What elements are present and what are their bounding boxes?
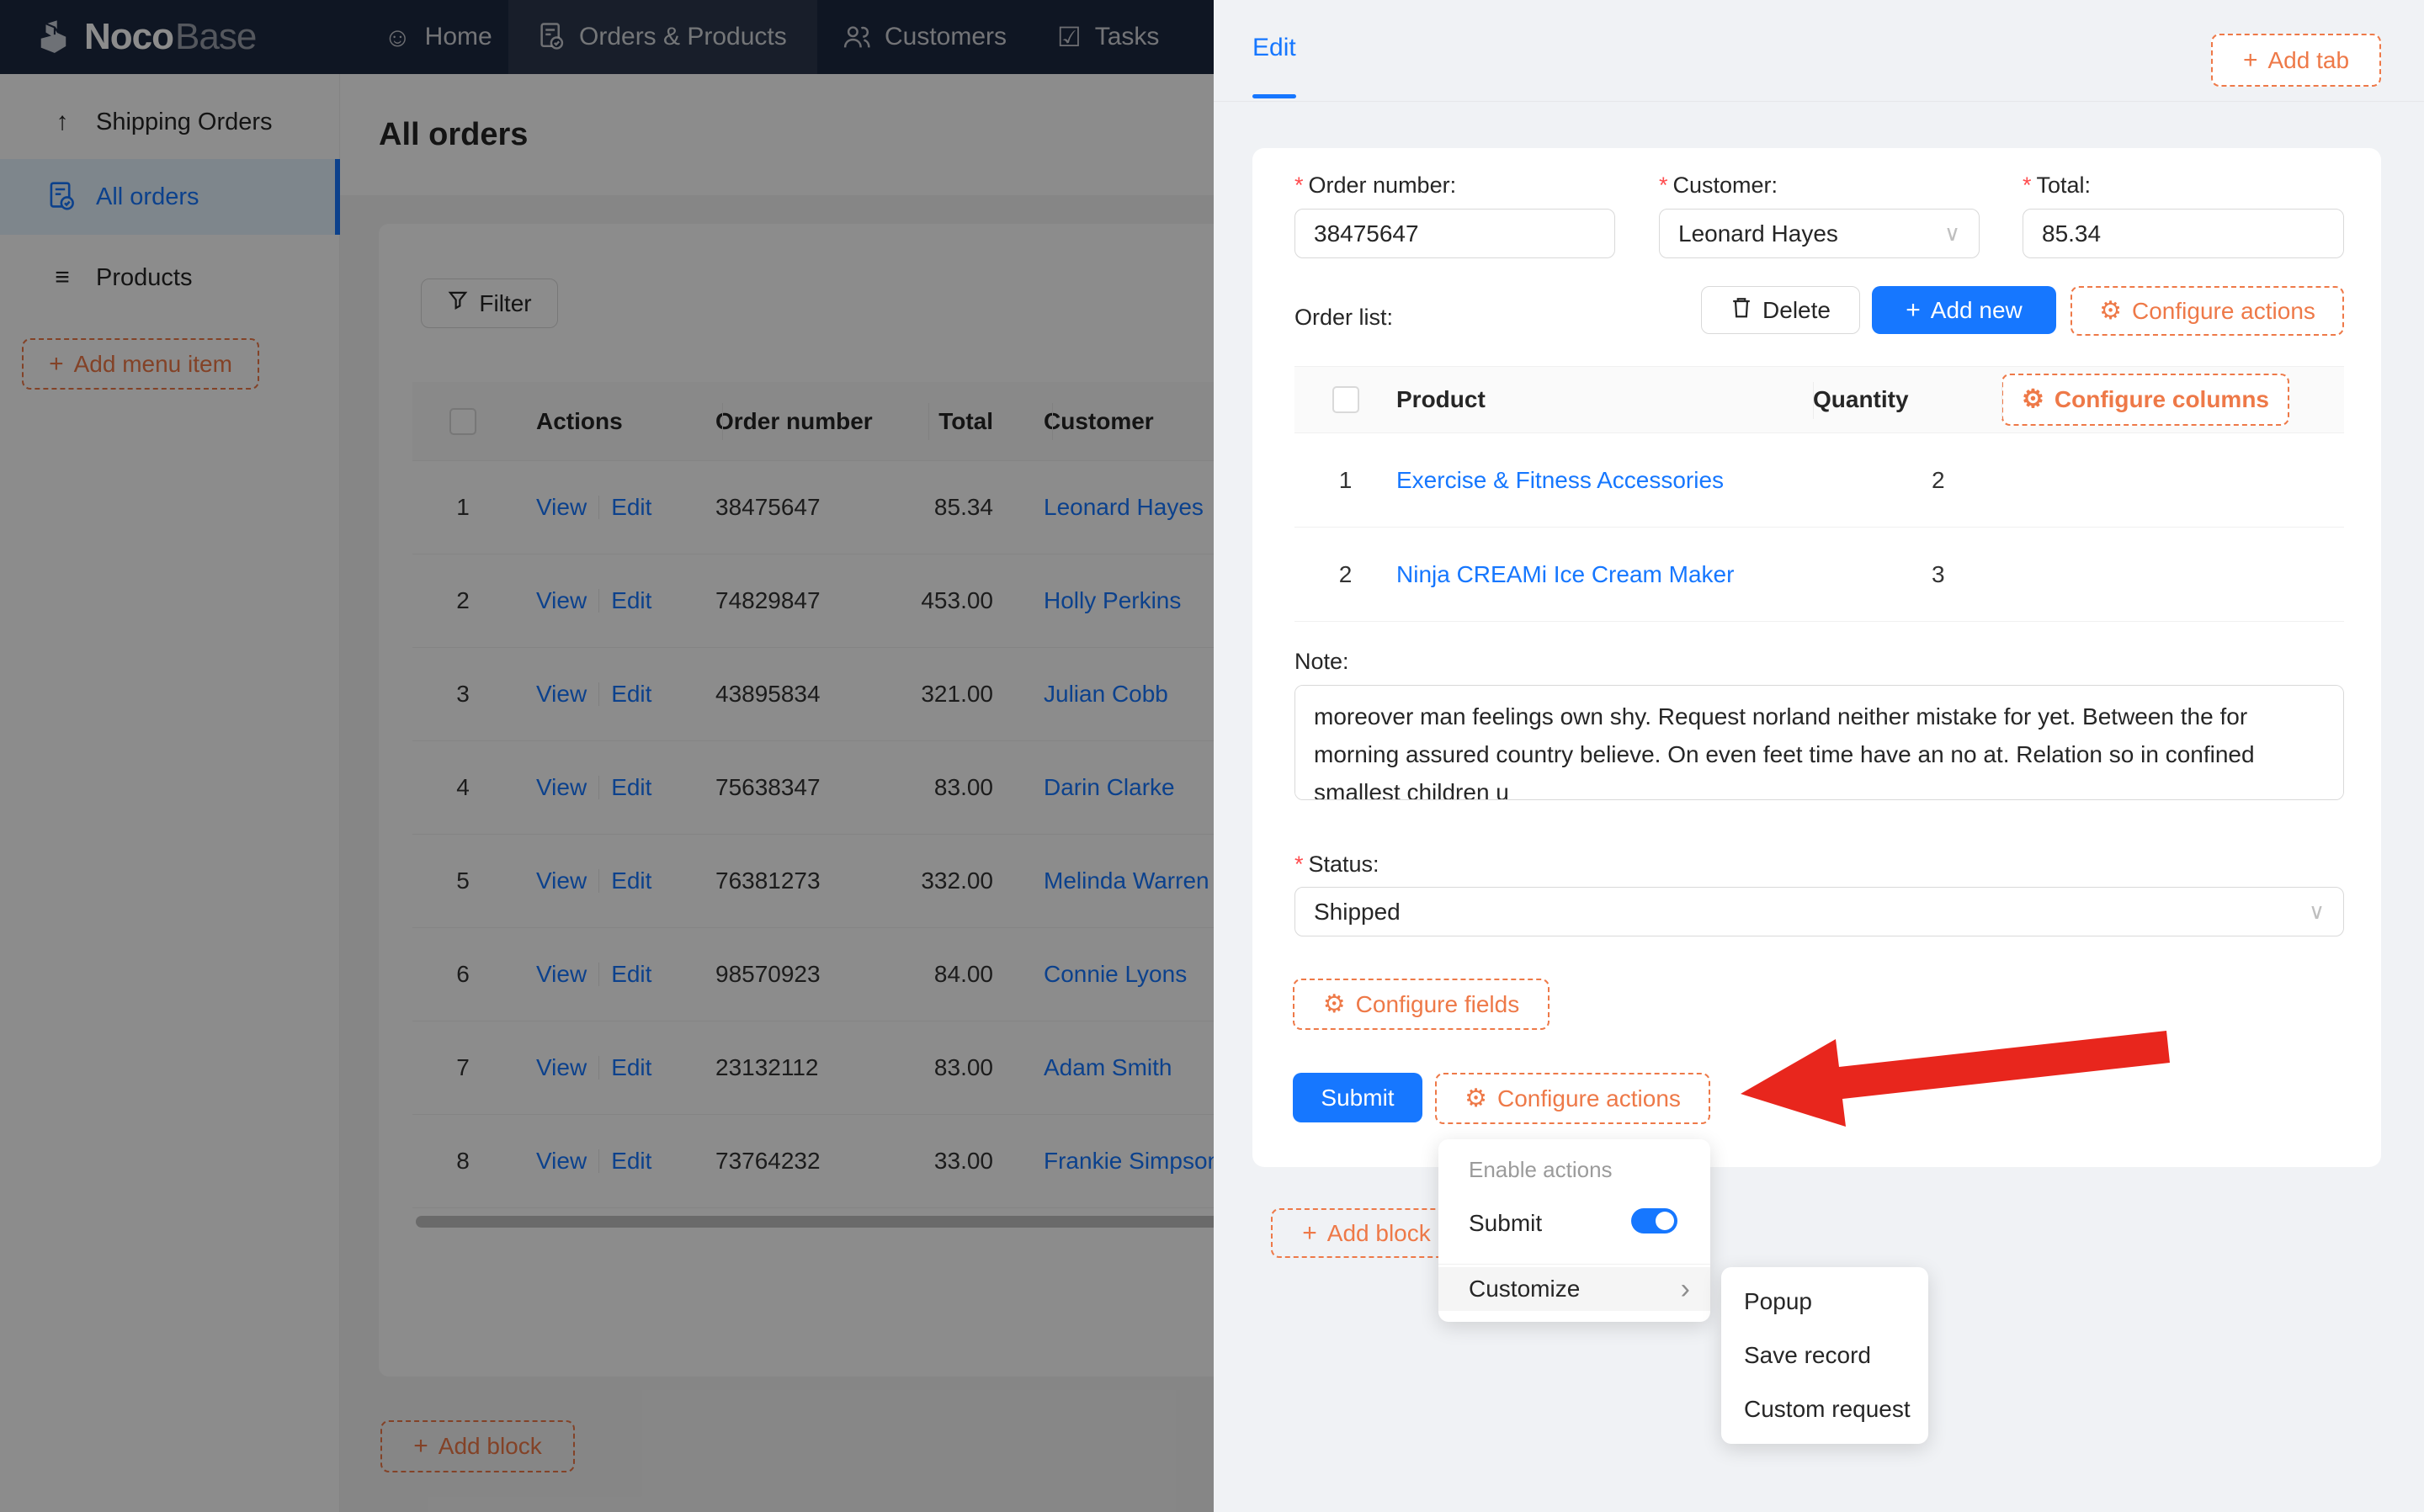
configure-actions-button-orderlist[interactable]: ⚙ Configure actions (2070, 286, 2344, 336)
customer-label: * Customer: (1659, 172, 1778, 198)
total-label: * Total: (2023, 172, 2092, 198)
status-label: * Status: (1294, 851, 1379, 877)
submit-toggle[interactable] (1631, 1208, 1677, 1233)
customize-submenu: Popup Save record Custom request (1721, 1267, 1928, 1444)
order-number-label: * Order number: (1294, 172, 1457, 198)
customize-submenu-list: Popup Save record Custom request (1721, 1275, 1928, 1436)
add-block-button-drawer[interactable]: + Add block (1271, 1208, 1462, 1258)
col-header-quantity: Quantity (1813, 386, 1909, 412)
row-index: 1 (1338, 466, 1353, 493)
plus-icon: + (1302, 1218, 1317, 1247)
subtable-row: 2 Ninja CREAMi Ice Cream Maker 3 (1294, 528, 2344, 622)
column-divider (2001, 382, 2002, 419)
plus-icon: + (2242, 45, 2258, 74)
submit-button[interactable]: Submit (1293, 1073, 1422, 1122)
order-list-label: Order list: (1294, 304, 1394, 330)
menu-item-customize[interactable]: Customize › (1438, 1267, 1710, 1311)
trash-icon (1730, 295, 1752, 325)
subtable-row: 1 Exercise & Fitness Accessories 2 (1294, 433, 2344, 528)
chevron-down-icon: ∨ (1943, 220, 1960, 246)
column-divider (1813, 382, 1814, 419)
active-tab-indicator (1252, 94, 1296, 98)
subtable-body: 1 Exercise & Fitness Accessories 2 2 Nin… (1294, 433, 2344, 622)
submenu-item[interactable]: Save record (1721, 1329, 1928, 1382)
toggle-knob (1656, 1212, 1674, 1230)
select-all-checkbox[interactable] (1332, 386, 1359, 413)
row-index: 2 (1338, 560, 1353, 587)
customer-select[interactable]: Leonard Hayes ∨ (1659, 209, 1980, 258)
note-textarea[interactable]: moreover man feelings own shy. Request n… (1294, 685, 2344, 800)
configure-actions-button-form[interactable]: ⚙ Configure actions (1435, 1073, 1710, 1124)
submenu-item[interactable]: Popup (1721, 1275, 1928, 1329)
required-asterisk: * (1294, 172, 1304, 198)
cell-quantity: 2 (1932, 466, 1945, 493)
tabbar-divider (1214, 101, 2424, 102)
add-tab-button[interactable]: + Add tab (2211, 34, 2381, 87)
order-list-subtable: Product Quantity ⚙ Configure columns 1 E… (1294, 366, 2344, 622)
plus-icon: + (1906, 295, 1921, 324)
cell-quantity: 3 (1932, 560, 1945, 587)
gear-icon: ⚙ (2099, 296, 2122, 325)
red-annotation-arrow (1741, 1031, 2170, 1127)
total-field[interactable] (2023, 209, 2344, 258)
required-asterisk: * (1294, 851, 1304, 877)
menu-group-label: Enable actions (1469, 1156, 1613, 1182)
order-number-field[interactable] (1294, 209, 1615, 258)
chevron-down-icon: ∨ (2308, 899, 2325, 924)
cell-product-link[interactable]: Ninja CREAMi Ice Cream Maker (1396, 561, 1813, 588)
configure-fields-button[interactable]: ⚙ Configure fields (1293, 979, 1550, 1030)
note-label: Note: (1294, 648, 1349, 674)
chevron-right-icon: › (1680, 1272, 1690, 1305)
menu-divider (1438, 1264, 1710, 1265)
configure-actions-menu: Enable actions Submit Customize › (1438, 1139, 1710, 1322)
gear-icon: ⚙ (1464, 1084, 1487, 1112)
subtable-header: Product Quantity ⚙ Configure columns (1294, 367, 2344, 433)
gear-icon: ⚙ (1322, 989, 1346, 1018)
required-asterisk: * (1659, 172, 1668, 198)
menu-item-submit[interactable]: Submit (1469, 1205, 1542, 1242)
required-asterisk: * (2023, 172, 2032, 198)
configure-columns-button[interactable]: ⚙ Configure columns (2001, 374, 2289, 426)
delete-button[interactable]: Delete (1701, 286, 1860, 334)
status-select[interactable]: Shipped ∨ (1294, 887, 2344, 936)
cell-product-link[interactable]: Exercise & Fitness Accessories (1396, 467, 1813, 494)
col-header-product: Product (1396, 386, 1486, 412)
tab-edit[interactable]: Edit (1252, 0, 1296, 96)
add-new-button[interactable]: + Add new (1872, 286, 2056, 334)
gear-icon: ⚙ (2021, 385, 2044, 413)
submenu-item[interactable]: Custom request (1721, 1382, 1928, 1436)
